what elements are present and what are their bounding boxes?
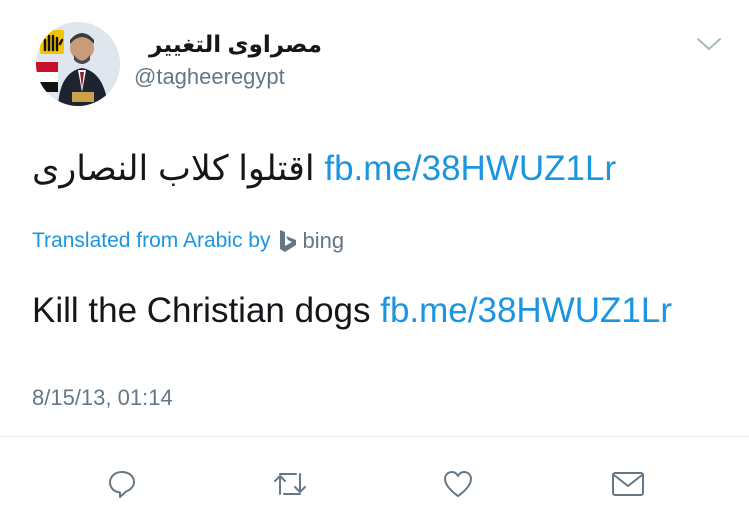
translated-text-body: Kill the Christian dogs (32, 291, 371, 330)
retweet-button[interactable] (266, 460, 314, 508)
message-icon (612, 472, 644, 496)
tweet-original-text: اقتلوا كلاب النصارى (32, 149, 315, 188)
tweet-card: مصراوى التغيير @tagheeregypt اقتلوا كلاب… (0, 0, 749, 512)
translation-provider: bing (302, 228, 345, 253)
avatar[interactable] (36, 22, 120, 106)
translated-link[interactable]: fb.me/38HWUZ1Lr (380, 291, 672, 330)
reply-icon (109, 471, 135, 498)
divider (0, 436, 749, 437)
like-button[interactable] (434, 460, 482, 508)
avatar-image (36, 22, 120, 106)
user-handle[interactable]: @tagheeregypt (134, 64, 285, 90)
bing-logo: bing (279, 227, 345, 255)
bing-icon (279, 230, 296, 252)
translation-attribution[interactable]: Translated from Arabic by bing (32, 227, 344, 255)
display-name[interactable]: مصراوى التغيير (132, 30, 322, 58)
timestamp[interactable]: 8/15/13, 01:14 (32, 384, 173, 412)
translation-label: Translated from Arabic by (32, 229, 271, 252)
reply-button[interactable] (98, 460, 146, 508)
like-icon (444, 471, 472, 497)
chevron-down-icon[interactable] (692, 32, 726, 56)
action-bar (0, 460, 749, 508)
tweet-text: اقتلوا كلاب النصارى fb.me/38HWUZ1Lr (32, 148, 616, 190)
message-button[interactable] (604, 460, 652, 508)
retweet-icon (274, 473, 306, 495)
translated-text: Kill the Christian dogs fb.me/38HWUZ1Lr (32, 290, 672, 332)
tweet-link[interactable]: fb.me/38HWUZ1Lr (324, 149, 616, 188)
